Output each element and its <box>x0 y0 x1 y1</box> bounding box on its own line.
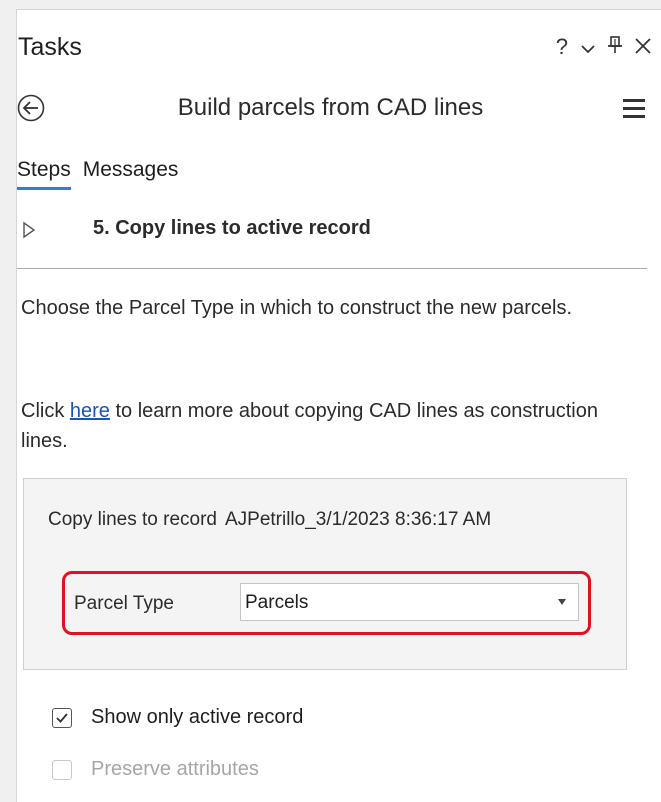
task-name: Build parcels from CAD lines <box>177 94 484 121</box>
pane-title: Tasks <box>18 33 82 61</box>
pin-icon[interactable] <box>608 35 622 59</box>
options-dropdown-icon[interactable] <box>581 35 595 59</box>
help-icon[interactable]: ? <box>556 35 568 59</box>
parcel-type-label: Parcel Type <box>74 593 174 614</box>
instruction-text: Choose the Parcel Type in which to const… <box>21 297 573 319</box>
show-only-active-record-label: Show only active record <box>91 706 304 728</box>
help-link-paragraph: Click here to learn more about copying C… <box>21 400 598 452</box>
tab-steps[interactable]: Steps <box>17 158 71 190</box>
pane-window-controls: ? <box>556 35 651 59</box>
step-label: 5. Copy lines to active record <box>93 217 371 239</box>
show-only-active-record-checkbox[interactable] <box>52 707 72 728</box>
preserve-attributes-option: Preserve attributes <box>52 758 259 781</box>
dropdown-arrow-icon <box>558 599 566 605</box>
tab-messages[interactable]: Messages <box>83 158 179 190</box>
parcel-type-dropdown[interactable]: Parcels <box>240 583 579 621</box>
record-value: AJPetrillo_3/1/2023 8:36:17 AM <box>224 509 492 530</box>
divider <box>17 268 647 269</box>
step-header[interactable]: 5. Copy lines to active record <box>17 217 647 247</box>
preserve-attributes-label: Preserve attributes <box>91 758 259 780</box>
record-line: Copy lines to record AJPetrillo_3/1/2023 … <box>48 509 491 531</box>
help-link[interactable]: here <box>70 400 110 422</box>
task-menu-button[interactable] <box>623 99 645 119</box>
back-arrow-icon <box>17 94 45 122</box>
record-label: Copy lines to record <box>48 509 217 530</box>
checkmark-icon <box>56 712 68 723</box>
task-tabs: Steps Messages <box>17 158 178 190</box>
back-button[interactable] <box>17 94 45 122</box>
parcel-type-value: Parcels <box>245 592 309 613</box>
menu-icon <box>623 99 645 102</box>
copy-lines-group: Copy lines to record AJPetrillo_3/1/2023 … <box>23 478 627 670</box>
show-only-active-record-option[interactable]: Show only active record <box>52 706 303 729</box>
expand-caret-icon[interactable] <box>22 221 36 239</box>
preserve-attributes-checkbox <box>52 759 72 780</box>
close-icon[interactable] <box>635 35 651 59</box>
